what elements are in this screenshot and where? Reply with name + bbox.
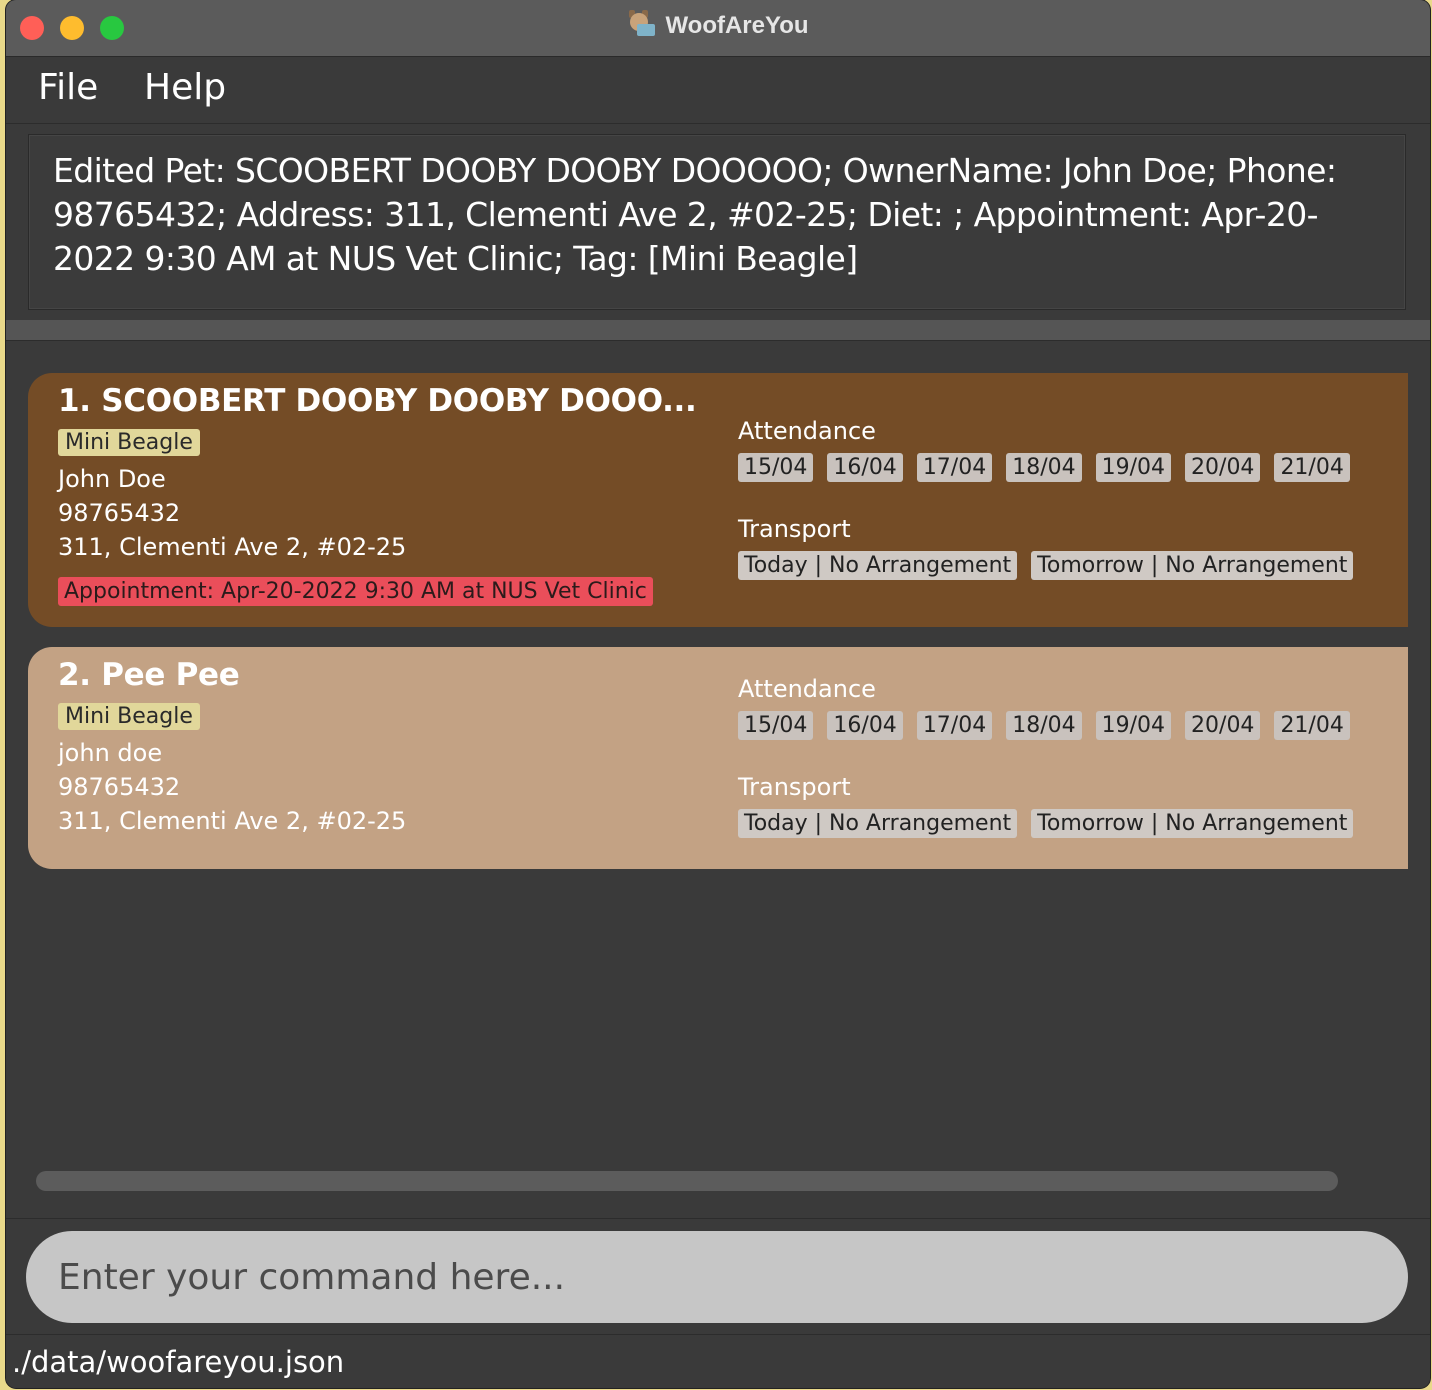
owner-name: john doe <box>58 739 163 767</box>
owner-address: 311, Clementi Ave 2, #02-25 <box>58 807 407 835</box>
attendance-chip: 20/04 <box>1185 453 1261 482</box>
attendance-chip: 16/04 <box>827 453 903 482</box>
appointment-badge: Appointment: Apr-20-2022 9:30 AM at NUS … <box>58 577 653 606</box>
transport-label: Transport <box>738 773 851 801</box>
transport-chip-tomorrow: Tomorrow | No Arrangement <box>1031 551 1354 580</box>
app-window: WoofAreYou File Help Edited Pet: SCOOBER… <box>6 0 1430 1388</box>
pet-list-panel: 1. SCOOBERT DOOBY DOOBY DOOO... Mini Bea… <box>6 340 1430 1217</box>
attendance-chip: 15/04 <box>738 711 814 740</box>
transport-chip-tomorrow: Tomorrow | No Arrangement <box>1031 809 1354 838</box>
attendance-chip: 15/04 <box>738 453 814 482</box>
owner-phone: 98765432 <box>58 499 181 527</box>
attendance-label: Attendance <box>738 417 876 445</box>
attendance-chip: 21/04 <box>1274 453 1350 482</box>
window-title: WoofAreYou <box>665 12 809 39</box>
pet-name: 2. Pee Pee <box>58 657 240 693</box>
owner-phone: 98765432 <box>58 773 181 801</box>
command-box-panel <box>6 1218 1430 1333</box>
dog-with-laptop-icon <box>627 10 656 36</box>
attendance-row: 15/04 16/04 17/04 18/04 19/04 20/04 21/0… <box>738 711 1350 740</box>
title-bar: WoofAreYou <box>6 0 1430 57</box>
attendance-chip: 16/04 <box>827 711 903 740</box>
command-input[interactable] <box>26 1231 1408 1323</box>
status-bar: ./data/woofareyou.json <box>6 1334 1430 1388</box>
owner-address: 311, Clementi Ave 2, #02-25 <box>58 533 407 561</box>
attendance-label: Attendance <box>738 675 876 703</box>
attendance-chip: 17/04 <box>916 711 993 740</box>
pet-card-1[interactable]: 1. SCOOBERT DOOBY DOOBY DOOO... Mini Bea… <box>28 373 1408 627</box>
save-file-path: ./data/woofareyou.json <box>12 1345 345 1379</box>
pet-tag: Mini Beagle <box>58 429 200 456</box>
menu-bar: File Help <box>6 57 1430 124</box>
menu-help[interactable]: Help <box>144 67 226 108</box>
attendance-chip: 19/04 <box>1095 711 1172 740</box>
menu-file[interactable]: File <box>38 67 98 108</box>
result-message: Edited Pet: SCOOBERT DOOBY DOOBY DOOOOO;… <box>53 151 1337 278</box>
transport-row: Today | No Arrangement Tomorrow | No Arr… <box>738 809 1354 838</box>
transport-row: Today | No Arrangement Tomorrow | No Arr… <box>738 551 1354 580</box>
attendance-chip: 18/04 <box>1006 711 1082 740</box>
result-display-panel: Edited Pet: SCOOBERT DOOBY DOOBY DOOOOO;… <box>6 124 1430 320</box>
transport-chip-today: Today | No Arrangement <box>738 551 1018 580</box>
attendance-chip: 17/04 <box>916 453 993 482</box>
attendance-row: 15/04 16/04 17/04 18/04 19/04 20/04 21/0… <box>738 453 1350 482</box>
transport-chip-today: Today | No Arrangement <box>738 809 1018 838</box>
pet-tag: Mini Beagle <box>58 703 200 730</box>
attendance-chip: 21/04 <box>1274 711 1350 740</box>
result-display-box[interactable]: Edited Pet: SCOOBERT DOOBY DOOBY DOOOOO;… <box>28 134 1406 310</box>
attendance-chip: 20/04 <box>1185 711 1261 740</box>
pet-card-2[interactable]: 2. Pee Pee Mini Beagle john doe 98765432… <box>28 647 1408 869</box>
attendance-chip: 18/04 <box>1006 453 1082 482</box>
attendance-chip: 19/04 <box>1095 453 1172 482</box>
window-title-area: WoofAreYou <box>6 10 1430 40</box>
pet-name: 1. SCOOBERT DOOBY DOOBY DOOO... <box>58 383 697 419</box>
horizontal-scrollbar[interactable] <box>36 1171 1338 1191</box>
transport-label: Transport <box>738 515 851 543</box>
owner-name: John Doe <box>58 465 166 493</box>
split-pane-divider[interactable] <box>6 320 1430 340</box>
